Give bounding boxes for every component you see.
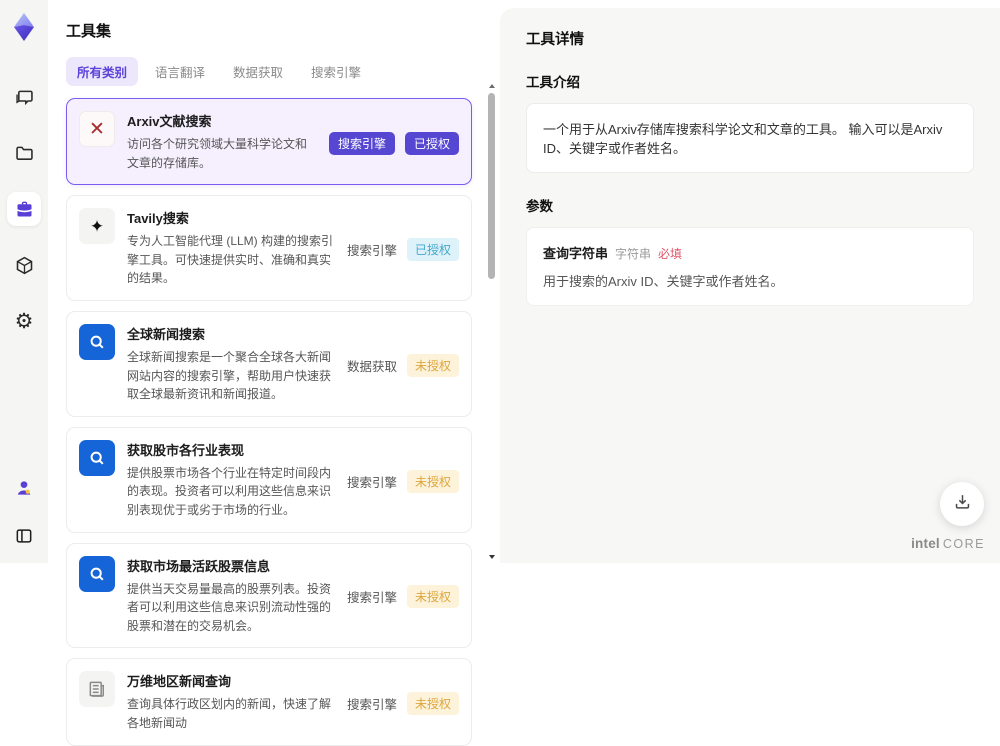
tool-tags: 搜索引擎 已授权 bbox=[328, 111, 459, 172]
tool-description: 提供股票市场各个行业在特定时间段内的表现。投资者可以利用这些信息来识别表现优于或… bbox=[127, 465, 332, 517]
tool-name: 全球新闻搜索 bbox=[127, 326, 206, 342]
tool-card-body: Arxiv文献搜索 访问各个研究领域大量科学论文和文章的存储库。 bbox=[127, 111, 317, 172]
sidebar-item-files[interactable] bbox=[7, 136, 41, 170]
sidebar-item-account[interactable] bbox=[7, 471, 41, 505]
chat-icon bbox=[14, 87, 35, 108]
intro-card: 一个用于从Arxiv存储库搜索科学论文和文章的工具。 输入可以是Arxiv ID… bbox=[526, 103, 974, 173]
tool-description: 全球新闻搜索是一个聚合全球各大新闻网站内容的搜索引擎，帮助用户快速获取全球最新资… bbox=[127, 349, 332, 402]
status-badge: 未授权 bbox=[406, 469, 459, 493]
app-window: ⚙ 工具集 所有类别 语言翻译 数据获取 搜索引擎 ✕ Arxiv文献搜索 访问… bbox=[0, 0, 1000, 746]
tool-card-arxiv[interactable]: ✕ Arxiv文献搜索 访问各个研究领域大量科学论文和文章的存储库。 搜索引擎 … bbox=[66, 98, 472, 186]
tool-list: ✕ Arxiv文献搜索 访问各个研究领域大量科学论文和文章的存储库。 搜索引擎 … bbox=[66, 98, 484, 746]
tool-card-active-stocks[interactable]: 获取市场最活跃股票信息 提供当天交易量最高的股票列表。投资者可以利用这些信息来识… bbox=[66, 542, 472, 649]
tavily-glyph: ✦ bbox=[89, 216, 105, 236]
status-badge: 已授权 bbox=[404, 131, 459, 155]
stock-search-icon bbox=[79, 555, 115, 592]
tool-tags: 搜索引擎 未授权 bbox=[347, 671, 459, 732]
category-tag: 搜索引擎 bbox=[328, 131, 395, 155]
newspaper-icon bbox=[79, 671, 115, 708]
tool-name: Tavily搜索 bbox=[127, 211, 189, 227]
tool-detail-pane: 工具详情 工具介绍 一个用于从Arxiv存储库搜索科学论文和文章的工具。 输入可… bbox=[500, 8, 1000, 563]
param-name: 查询字符串 bbox=[543, 246, 609, 261]
core-brand-text: CORE bbox=[942, 537, 985, 551]
tool-card-body: 万维地区新闻查询 查询具体行政区划内的新闻，快速了解各地新闻动 bbox=[127, 671, 335, 732]
category-tabs: 所有类别 语言翻译 数据获取 搜索引擎 bbox=[66, 57, 484, 86]
params-heading: 参数 bbox=[526, 199, 553, 214]
tool-card-body: 获取股市各行业表现 提供股票市场各个行业在特定时间段内的表现。投资者可以利用这些… bbox=[127, 440, 335, 520]
arxiv-glyph: ✕ bbox=[89, 118, 105, 140]
category-tag: 搜索引擎 bbox=[346, 591, 397, 606]
tool-tags: 搜索引擎 已授权 bbox=[347, 208, 459, 288]
sidebar-item-chat[interactable] bbox=[7, 80, 41, 114]
tool-card-body: Tavily搜索 专为人工智能代理 (LLM) 构建的搜索引擎工具。可快速提供实… bbox=[127, 208, 335, 288]
user-avatar-icon bbox=[14, 478, 34, 498]
tool-list-pane: 工具集 所有类别 语言翻译 数据获取 搜索引擎 ✕ Arxiv文献搜索 访问各个… bbox=[48, 0, 500, 746]
sidebar-nav: ⚙ bbox=[7, 80, 41, 338]
stock-search-icon bbox=[79, 439, 115, 476]
tool-card-body: 全球新闻搜索 全球新闻搜索是一个聚合全球各大新闻网站内容的搜索引擎，帮助用户快速… bbox=[127, 324, 335, 404]
tool-description: 查询具体行政区划内的新闻，快速了解各地新闻动 bbox=[127, 697, 332, 730]
status-badge: 未授权 bbox=[406, 691, 459, 715]
scroll-up-arrow[interactable] bbox=[489, 84, 495, 88]
category-tag: 搜索引擎 bbox=[346, 475, 397, 490]
category-tag: 搜索引擎 bbox=[346, 244, 397, 259]
tool-name: 万维地区新闻查询 bbox=[127, 674, 232, 690]
tool-tags: 搜索引擎 未授权 bbox=[347, 440, 459, 520]
sidebar-bottom bbox=[7, 471, 41, 553]
sidebar-item-tools[interactable] bbox=[7, 192, 41, 226]
sidebar: ⚙ bbox=[0, 0, 48, 563]
tab-all-categories[interactable]: 所有类别 bbox=[66, 57, 139, 86]
tavily-logo-icon: ✦ bbox=[79, 208, 115, 245]
tool-description: 访问各个研究领域大量科学论文和文章的存储库。 bbox=[127, 137, 308, 170]
list-scrollbar[interactable] bbox=[487, 84, 497, 559]
sidebar-item-collapse[interactable] bbox=[7, 519, 41, 553]
param-card: 查询字符串 字符串 必填 用于搜索的Arxiv ID、关键字或作者姓名。 bbox=[526, 227, 974, 306]
package-icon bbox=[14, 255, 35, 276]
tool-card-global-news[interactable]: 全球新闻搜索 全球新闻搜索是一个聚合全球各大新闻网站内容的搜索引擎，帮助用户快速… bbox=[66, 310, 472, 417]
tool-description: 提供当天交易量最高的股票列表。投资者可以利用这些信息来识别流动性强的股票和潜在的… bbox=[127, 581, 332, 633]
intro-heading: 工具介绍 bbox=[526, 75, 580, 90]
arxiv-logo-icon: ✕ bbox=[79, 111, 115, 147]
sidebar-item-packages[interactable] bbox=[7, 248, 41, 282]
sidebar-item-settings[interactable]: ⚙ bbox=[7, 304, 41, 338]
param-description: 用于搜索的Arxiv ID、关键字或作者姓名。 bbox=[543, 274, 784, 289]
download-icon bbox=[953, 492, 972, 516]
param-required-flag: 必填 bbox=[658, 247, 683, 261]
news-search-icon bbox=[79, 323, 115, 360]
folder-icon bbox=[14, 143, 35, 164]
scrollbar-thumb[interactable] bbox=[488, 93, 495, 279]
tool-tags: 数据获取 未授权 bbox=[347, 324, 459, 404]
status-badge: 未授权 bbox=[406, 353, 459, 377]
tool-name: 获取市场最活跃股票信息 bbox=[127, 558, 271, 574]
tab-language-translation[interactable]: 语言翻译 bbox=[144, 57, 216, 86]
intro-text: 一个用于从Arxiv存储库搜索科学论文和文章的工具。 输入可以是Arxiv ID… bbox=[543, 122, 943, 156]
intel-core-logo: intel CORE bbox=[911, 536, 985, 551]
param-type: 字符串 bbox=[615, 247, 652, 261]
tool-card-tavily[interactable]: ✦ Tavily搜索 专为人工智能代理 (LLM) 构建的搜索引擎工具。可快速提… bbox=[66, 195, 472, 301]
tool-card-stock-sectors[interactable]: 获取股市各行业表现 提供股票市场各个行业在特定时间段内的表现。投资者可以利用这些… bbox=[66, 426, 472, 533]
intel-brand-text: intel bbox=[911, 536, 940, 551]
page-title: 工具集 bbox=[66, 23, 112, 40]
tab-data-fetching[interactable]: 数据获取 bbox=[222, 57, 294, 86]
tool-name: Arxiv文献搜索 bbox=[127, 114, 212, 129]
category-tag: 搜索引擎 bbox=[346, 697, 397, 712]
tool-card-body: 获取市场最活跃股票信息 提供当天交易量最高的股票列表。投资者可以利用这些信息来识… bbox=[127, 556, 335, 636]
tool-tags: 搜索引擎 未授权 bbox=[347, 556, 459, 636]
status-badge: 已授权 bbox=[406, 238, 459, 262]
app-logo-icon bbox=[9, 12, 39, 42]
scroll-down-arrow[interactable] bbox=[489, 555, 495, 559]
panel-toggle-icon bbox=[14, 526, 34, 546]
tool-card-regional-news[interactable]: 万维地区新闻查询 查询具体行政区划内的新闻，快速了解各地新闻动 搜索引擎 未授权 bbox=[66, 658, 472, 746]
gear-icon: ⚙ bbox=[14, 309, 34, 333]
toolbox-icon bbox=[14, 199, 35, 220]
detail-title: 工具详情 bbox=[526, 32, 584, 48]
tab-search-engine[interactable]: 搜索引擎 bbox=[300, 57, 372, 86]
tool-description: 专为人工智能代理 (LLM) 构建的搜索引擎工具。可快速提供实时、准确和真实的结… bbox=[127, 234, 334, 286]
download-button[interactable] bbox=[940, 482, 984, 526]
status-badge: 未授权 bbox=[406, 585, 459, 609]
tool-name: 获取股市各行业表现 bbox=[127, 442, 245, 458]
param-header: 查询字符串 字符串 必填 bbox=[543, 243, 957, 262]
category-tag: 数据获取 bbox=[346, 359, 397, 374]
